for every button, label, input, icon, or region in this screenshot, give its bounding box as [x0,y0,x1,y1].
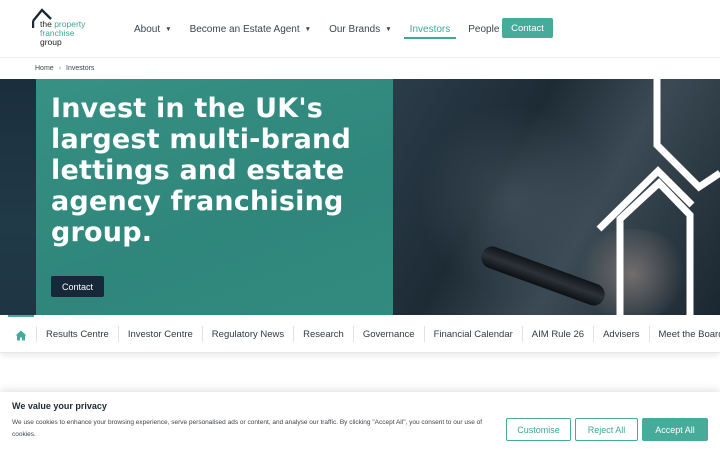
header-contact-button[interactable]: Contact [502,18,553,38]
breadcrumb-current: Investors [66,64,95,72]
nav-about[interactable]: About ▼ [134,0,172,58]
reject-all-button[interactable]: Reject All [575,418,638,441]
subnav-financial-calendar[interactable]: Financial Calendar [423,326,522,342]
caret-down-icon: ▼ [165,25,172,33]
cookie-consent-banner: We value your privacy We use cookies to … [0,392,720,450]
logo-text-line3: group [40,37,62,47]
main-nav: About ▼ Become an Estate Agent ▼ Our Brand… [134,0,529,58]
hero-text-panel: Invest in the UK's largest multi-brand l… [36,79,393,315]
subnav-aim-rule-26[interactable]: AIM Rule 26 [521,326,593,342]
subnav-results-centre[interactable]: Results Centre [36,326,118,342]
hero-contact-button[interactable]: Contact [51,276,104,297]
cookie-text: We use cookies to enhance your browsing … [12,419,483,438]
cookie-title: We value your privacy [12,401,107,411]
nav-our-brands[interactable]: Our Brands ▼ [329,0,392,58]
hero-background-left [0,79,36,315]
subnav-research[interactable]: Research [293,326,353,342]
decorative-white-lines [596,79,720,315]
breadcrumb: Home › Investors [35,62,94,74]
caret-down-icon: ▼ [385,25,392,33]
subnav-regulatory-news[interactable]: Regulatory News [201,326,293,342]
accept-all-button[interactable]: Accept All [642,418,708,441]
hero-banner: Invest in the UK's largest multi-brand l… [0,79,720,315]
subnav-advisers[interactable]: Advisers [593,326,648,342]
home-icon [15,330,27,340]
customise-button[interactable]: Customise [506,418,571,441]
hero-title: Invest in the UK's largest multi-brand l… [51,93,351,248]
subnav-meet-the-board[interactable]: Meet the Board [648,326,720,342]
subnav-home[interactable] [8,315,34,353]
nav-investors[interactable]: Investors [403,0,456,58]
investor-subnav: Results Centre Investor Centre Regulator… [0,315,720,353]
site-header: the property franchise group About ▼ Beco… [0,0,720,58]
caret-down-icon: ▼ [304,25,312,33]
subnav-governance[interactable]: Governance [352,326,424,342]
chevron-right-icon: › [58,64,62,72]
breadcrumb-home[interactable]: Home [35,65,54,72]
nav-become-an-estate-agent[interactable]: Become an Estate Agent ▼ [190,0,312,58]
subnav-investor-centre[interactable]: Investor Centre [117,326,202,342]
company-logo[interactable]: the property franchise group [32,7,102,49]
